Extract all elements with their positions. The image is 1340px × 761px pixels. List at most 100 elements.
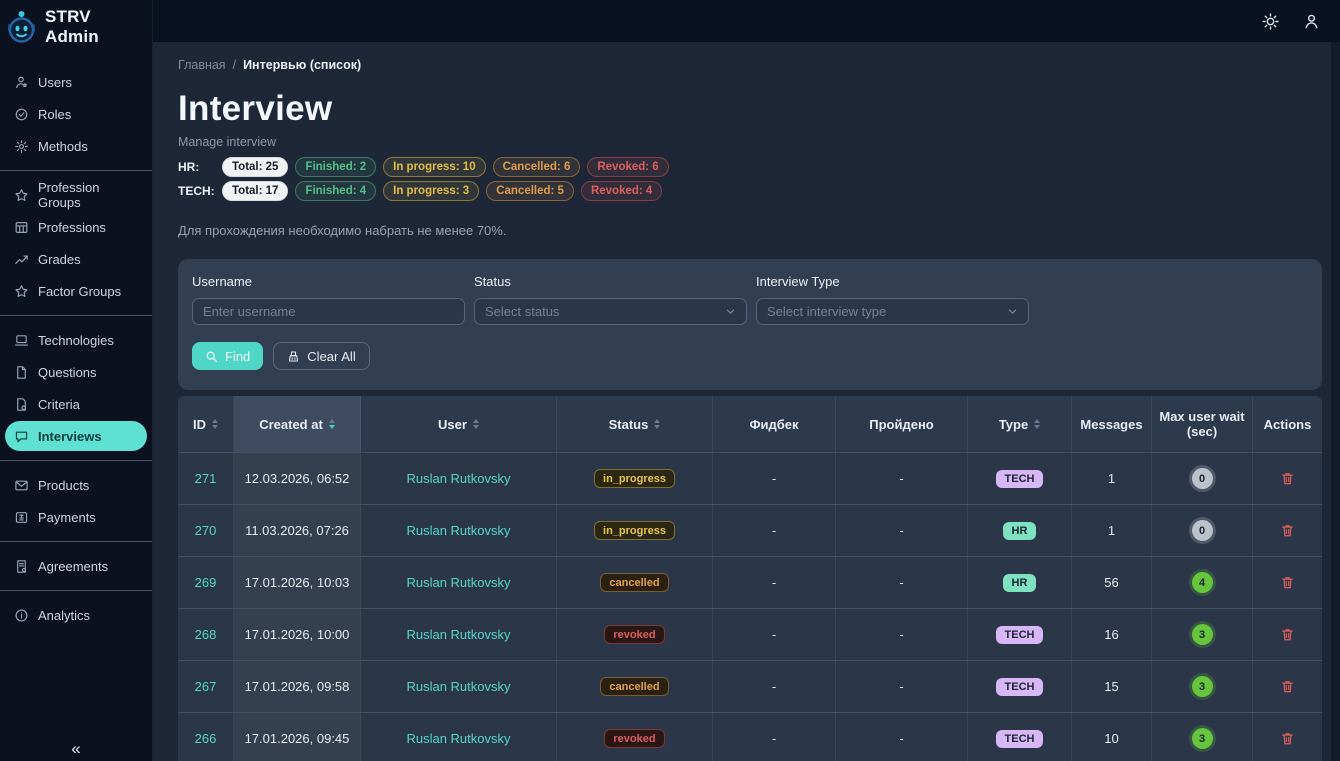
cell-actions bbox=[1253, 557, 1322, 608]
sidebar-item-agreements[interactable]: Agreements bbox=[5, 551, 147, 581]
chevron-down-icon bbox=[725, 306, 736, 317]
sidebar-item-roles[interactable]: Roles bbox=[5, 99, 147, 129]
column-header-id[interactable]: ID bbox=[178, 396, 234, 452]
status-badge: revoked bbox=[604, 729, 664, 748]
cell-user: Ruslan Rutkovsky bbox=[361, 609, 557, 660]
sidebar-item-profession-groups[interactable]: Profession Groups bbox=[5, 180, 147, 210]
type-badge: TECH bbox=[996, 626, 1044, 644]
sidebar-item-professions[interactable]: Professions bbox=[5, 212, 147, 242]
user-link[interactable]: Ruslan Rutkovsky bbox=[406, 679, 510, 694]
sidebar-item-label: Criteria bbox=[38, 397, 80, 412]
cell-status: cancelled bbox=[557, 661, 713, 712]
find-button[interactable]: Find bbox=[192, 342, 263, 370]
app-root: STRV Admin UsersRoles Methods Profession G… bbox=[0, 0, 1340, 761]
sidebar-divider bbox=[0, 460, 152, 461]
sidebar-item-questions[interactable]: Questions bbox=[5, 357, 147, 387]
passing-note: Для прохождения необходимо набрать не ме… bbox=[178, 223, 1322, 238]
cell-user: Ruslan Rutkovsky bbox=[361, 713, 557, 761]
delete-button[interactable] bbox=[1280, 523, 1295, 538]
delete-button[interactable] bbox=[1280, 679, 1295, 694]
cell-messages: 16 bbox=[1072, 609, 1152, 660]
cell-status: revoked bbox=[557, 713, 713, 761]
interview-id-link[interactable]: 267 bbox=[195, 679, 217, 694]
column-header-type[interactable]: Type bbox=[968, 396, 1072, 452]
sidebar-item-label: Payments bbox=[38, 510, 96, 525]
column-label: Пройдено bbox=[869, 417, 934, 432]
sidebar-item-label: Profession Groups bbox=[38, 180, 138, 210]
content: Главная / Интервью (список) Interview Ma… bbox=[153, 42, 1340, 761]
page-title: Interview bbox=[178, 89, 1322, 129]
delete-button[interactable] bbox=[1280, 471, 1295, 486]
sidebar-item-products[interactable]: Products bbox=[5, 470, 147, 500]
sidebar-item-grades[interactable]: Grades bbox=[5, 244, 147, 274]
app-logo: STRV Admin bbox=[0, 0, 152, 57]
column-label: Created at bbox=[259, 417, 323, 432]
column-label: User bbox=[438, 417, 467, 432]
sidebar-item-analytics[interactable]: Analytics bbox=[5, 600, 147, 630]
cell-status: revoked bbox=[557, 609, 713, 660]
user-link[interactable]: Ruslan Rutkovsky bbox=[406, 471, 510, 486]
wait-badge: 0 bbox=[1192, 520, 1213, 541]
type-badge: HR bbox=[1003, 574, 1037, 592]
delete-button[interactable] bbox=[1280, 731, 1295, 746]
star-icon bbox=[14, 284, 29, 299]
cell-created-at: 17.01.2026, 09:45 bbox=[234, 713, 361, 761]
interview-id-link[interactable]: 268 bbox=[195, 627, 217, 642]
sidebar-item-criteria[interactable]: Criteria bbox=[5, 389, 147, 419]
user-link[interactable]: Ruslan Rutkovsky bbox=[406, 627, 510, 642]
interview-type-select[interactable]: Select interview type bbox=[756, 298, 1029, 325]
stat-badge-total: Total: 25 bbox=[222, 157, 288, 177]
sidebar-item-factor-groups[interactable]: Factor Groups bbox=[5, 276, 147, 306]
interviews-table: IDCreated atUserStatusФидбекПройденоType… bbox=[178, 396, 1322, 761]
column-header-created[interactable]: Created at bbox=[234, 396, 361, 452]
star-icon bbox=[14, 188, 29, 203]
interview-id-link[interactable]: 266 bbox=[195, 731, 217, 746]
user-profile-icon[interactable] bbox=[1303, 13, 1320, 30]
column-label: Messages bbox=[1080, 417, 1142, 432]
column-header-user[interactable]: User bbox=[361, 396, 557, 452]
sidebar-item-label: Methods bbox=[38, 139, 88, 154]
type-badge: TECH bbox=[996, 730, 1044, 748]
user-link[interactable]: Ruslan Rutkovsky bbox=[406, 523, 510, 538]
cell-max-wait: 3 bbox=[1152, 609, 1253, 660]
stat-badge-finished: Finished: 4 bbox=[295, 181, 376, 201]
username-input[interactable] bbox=[203, 304, 454, 319]
clear-all-button[interactable]: Clear All bbox=[273, 342, 369, 370]
cell-messages: 56 bbox=[1072, 557, 1152, 608]
trash-icon bbox=[1280, 627, 1295, 642]
status-badge: cancelled bbox=[600, 573, 668, 592]
sort-icon bbox=[654, 419, 660, 429]
cell-feedback: - bbox=[713, 661, 836, 712]
cell-messages: 10 bbox=[1072, 713, 1152, 761]
delete-button[interactable] bbox=[1280, 575, 1295, 590]
sidebar-collapse-button[interactable]: « bbox=[0, 739, 152, 759]
interview-id-link[interactable]: 270 bbox=[195, 523, 217, 538]
user-link[interactable]: Ruslan Rutkovsky bbox=[406, 731, 510, 746]
wait-badge: 3 bbox=[1192, 728, 1213, 749]
cell-passed: - bbox=[836, 557, 968, 608]
laptop-icon bbox=[14, 333, 29, 348]
status-select[interactable]: Select status bbox=[474, 298, 747, 325]
status-badge: in_progress bbox=[594, 469, 675, 488]
stat-badge-finished: Finished: 2 bbox=[295, 157, 376, 177]
theme-toggle-icon[interactable] bbox=[1262, 13, 1279, 30]
sidebar-item-users[interactable]: Users bbox=[5, 67, 147, 97]
sidebar-item-technologies[interactable]: Technologies bbox=[5, 325, 147, 355]
app-title: STRV Admin bbox=[45, 7, 146, 47]
topbar bbox=[153, 0, 1340, 42]
sidebar-item-interviews[interactable]: Interviews bbox=[5, 421, 147, 451]
scrollbar-track[interactable] bbox=[1331, 42, 1340, 761]
sort-icon bbox=[329, 419, 335, 429]
chevron-down-icon bbox=[1007, 306, 1018, 317]
delete-button[interactable] bbox=[1280, 627, 1295, 642]
sidebar-item-payments[interactable]: Payments bbox=[5, 502, 147, 532]
table-row: 27112.03.2026, 06:52Ruslan Rutkovskyin_p… bbox=[178, 452, 1322, 504]
wallet-icon bbox=[14, 510, 29, 525]
column-header-status[interactable]: Status bbox=[557, 396, 713, 452]
user-link[interactable]: Ruslan Rutkovsky bbox=[406, 575, 510, 590]
breadcrumb-home-link[interactable]: Главная bbox=[178, 58, 226, 72]
stat-badge-cancelled: Cancelled: 5 bbox=[486, 181, 574, 201]
sidebar-item-methods[interactable]: Methods bbox=[5, 131, 147, 161]
interview-id-link[interactable]: 269 bbox=[195, 575, 217, 590]
interview-id-link[interactable]: 271 bbox=[195, 471, 217, 486]
